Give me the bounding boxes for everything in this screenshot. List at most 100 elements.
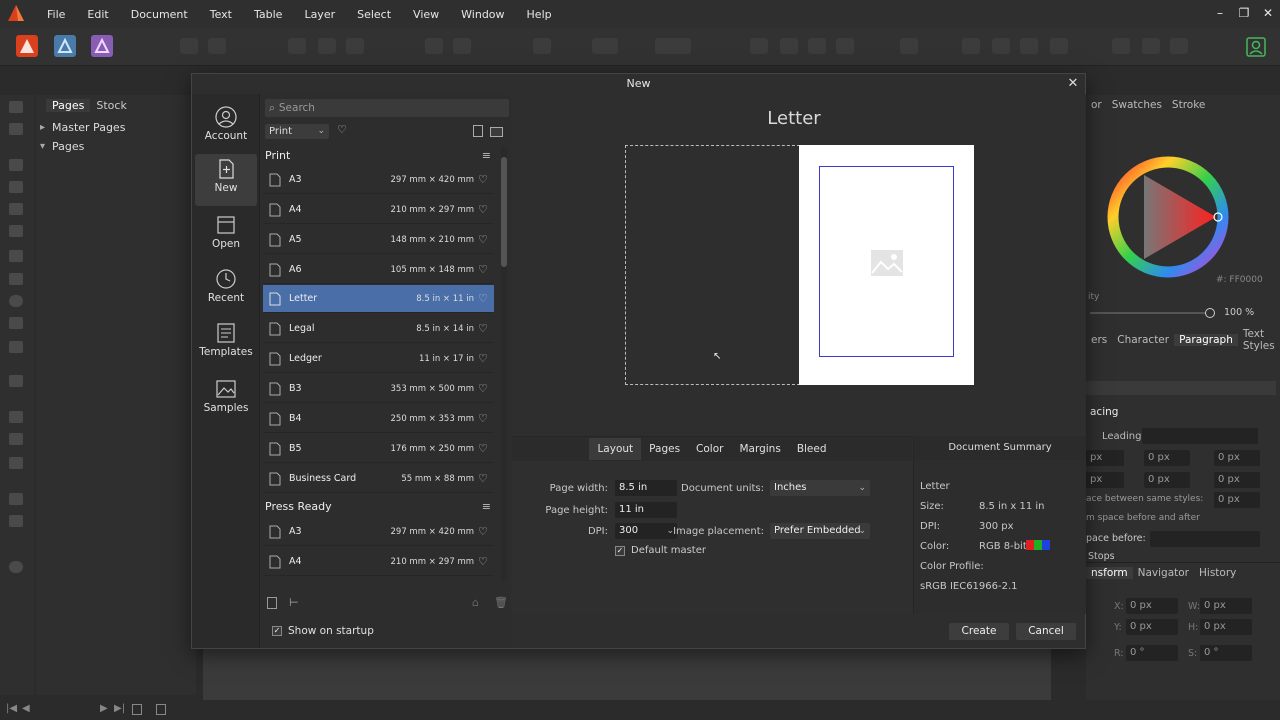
list-scrollbar[interactable] xyxy=(501,147,507,581)
space-para-field[interactable]: 0 px xyxy=(1214,472,1260,488)
preset-business-card[interactable]: Business Card 55 mm × 88 mm ♡ xyxy=(263,465,494,493)
preset-ledger[interactable]: Ledger 11 in × 17 in ♡ xyxy=(263,345,494,373)
artistic-text-tool-icon[interactable] xyxy=(9,203,23,215)
rectangle-tool-icon[interactable] xyxy=(9,273,23,285)
indent-first-field[interactable]: 0 px xyxy=(1144,450,1190,466)
w-field[interactable]: 0 px xyxy=(1200,598,1252,614)
toolbar-button-15-icon[interactable] xyxy=(900,38,918,54)
color-wheel[interactable] xyxy=(1104,150,1232,286)
nav-account[interactable]: Account xyxy=(195,102,257,152)
toolbar-button-7-icon[interactable] xyxy=(453,38,471,54)
default-master-checkbox[interactable]: ✓ Default master xyxy=(615,545,706,556)
leading-select[interactable] xyxy=(1142,428,1258,444)
photo-persona-icon[interactable] xyxy=(91,35,113,57)
y-field[interactable]: 0 px xyxy=(1126,619,1178,635)
rectangle-frame-tool-icon[interactable] xyxy=(9,250,23,262)
move-tool-icon[interactable] xyxy=(9,101,23,113)
shape-tool-icon[interactable] xyxy=(9,317,23,329)
page-width-input[interactable]: 8.5 in xyxy=(615,480,677,496)
tab-layout[interactable]: Layout xyxy=(589,438,642,460)
favorite-heart-icon[interactable]: ♡ xyxy=(478,442,490,455)
favorite-heart-icon[interactable]: ♡ xyxy=(478,472,490,485)
add-category-icon[interactable]: ⊢ xyxy=(289,596,299,609)
shear-field[interactable]: 0 ° xyxy=(1200,645,1252,661)
toolbar-button-1-icon[interactable] xyxy=(180,38,198,54)
toolbar-button-5-icon[interactable] xyxy=(346,38,364,54)
space-between-field[interactable]: 0 px xyxy=(1214,492,1260,508)
preset-b4[interactable]: B4 250 mm × 353 mm ♡ xyxy=(263,405,494,433)
menu-window[interactable]: Window xyxy=(450,8,515,21)
favorite-heart-icon[interactable]: ♡ xyxy=(478,382,490,395)
menu-select[interactable]: Select xyxy=(346,8,402,21)
close-window-icon[interactable]: ✕ xyxy=(1256,0,1280,28)
color-picker-tool-icon[interactable] xyxy=(9,457,23,469)
preset-b3[interactable]: B3 353 mm × 500 mm ♡ xyxy=(263,375,494,403)
table-tool-icon[interactable] xyxy=(9,181,23,193)
tab-color-settings[interactable]: Color xyxy=(688,438,731,460)
toolbar-button-16-icon[interactable] xyxy=(962,38,980,54)
tab-layers[interactable]: ers xyxy=(1086,334,1112,346)
toolbar-button-12-icon[interactable] xyxy=(780,38,798,54)
fill-tool-icon[interactable] xyxy=(9,411,23,423)
tab-pages-settings[interactable]: Pages xyxy=(641,438,688,460)
favorite-heart-icon[interactable]: ♡ xyxy=(478,352,490,365)
nav-recent[interactable]: Recent xyxy=(195,264,257,314)
last-page-icon[interactable]: ▶| xyxy=(114,703,125,714)
favorite-heart-icon[interactable]: ♡ xyxy=(478,555,490,568)
add-preset-icon[interactable] xyxy=(267,597,277,609)
page-view-icon[interactable] xyxy=(132,704,142,715)
frame-text-tool-icon[interactable] xyxy=(9,159,23,171)
h-field[interactable]: 0 px xyxy=(1200,619,1252,635)
tab-swatches[interactable]: Swatches xyxy=(1107,99,1167,111)
favorite-heart-icon[interactable]: ♡ xyxy=(478,412,490,425)
ellipse-tool-icon[interactable] xyxy=(9,295,23,307)
menu-document[interactable]: Document xyxy=(120,8,199,21)
menu-file[interactable]: File xyxy=(36,8,76,21)
preset-a4[interactable]: A4 210 mm × 297 mm ♡ xyxy=(263,196,494,224)
indent-right-field[interactable]: 0 px xyxy=(1214,450,1260,466)
toolbar-button-11-icon[interactable] xyxy=(750,38,768,54)
create-button[interactable]: Create xyxy=(949,623,1009,640)
image-placement-select[interactable]: Prefer Embedded ⌄ xyxy=(770,523,870,539)
tab-pages[interactable]: Pages xyxy=(46,98,91,112)
preset-b5[interactable]: B5 176 mm × 250 mm ♡ xyxy=(263,435,494,463)
preset-legal[interactable]: Legal 8.5 in × 14 in ♡ xyxy=(263,315,494,343)
pen-tool-icon[interactable] xyxy=(9,225,23,237)
tab-bleed[interactable]: Bleed xyxy=(789,438,835,460)
favorite-heart-icon[interactable]: ♡ xyxy=(478,233,490,246)
toolbar-button-6-icon[interactable] xyxy=(425,38,443,54)
landscape-orientation-icon[interactable] xyxy=(490,127,503,137)
cancel-button[interactable]: Cancel xyxy=(1016,623,1076,640)
favorite-heart-icon[interactable]: ♡ xyxy=(478,173,490,186)
crop-tool-icon[interactable] xyxy=(9,375,23,387)
first-page-icon[interactable]: |◀ xyxy=(6,703,17,714)
document-units-select[interactable]: Inches ⌄ xyxy=(770,480,870,496)
favorites-filter-icon[interactable]: ♡ xyxy=(337,123,347,136)
portrait-orientation-icon[interactable] xyxy=(473,125,483,137)
indent-left-field[interactable]: px xyxy=(1086,450,1124,466)
nav-samples[interactable]: Samples xyxy=(195,374,257,424)
next-page-icon[interactable]: ▶ xyxy=(100,703,108,714)
opacity-slider-handle[interactable] xyxy=(1205,308,1215,318)
toolbar-button-2-icon[interactable] xyxy=(208,38,226,54)
toolbar-button-4-icon[interactable] xyxy=(318,38,336,54)
nav-open[interactable]: Open xyxy=(195,210,257,260)
menu-edit[interactable]: Edit xyxy=(76,8,119,21)
restore-icon[interactable]: ❐ xyxy=(1232,0,1256,28)
toolbar-button-19-icon[interactable] xyxy=(1050,38,1068,54)
designer-persona-icon[interactable] xyxy=(54,35,76,57)
master-pages-section[interactable]: Master Pages xyxy=(52,121,125,134)
chevron-down-icon[interactable]: ▾ xyxy=(40,141,52,152)
x-field[interactable]: 0 px xyxy=(1126,598,1178,614)
tab-text-styles[interactable]: Text Styles xyxy=(1238,328,1280,352)
nav-templates[interactable]: Templates xyxy=(195,318,257,368)
delete-icon[interactable]: 🗑 xyxy=(494,596,508,609)
rename-icon[interactable]: ⌂ xyxy=(472,596,479,609)
preset-letter[interactable]: Letter 8.5 in × 11 in ♡ xyxy=(263,285,494,313)
toolbar-button-18-icon[interactable] xyxy=(1020,38,1038,54)
prev-page-icon[interactable]: ◀ xyxy=(22,703,30,714)
toolbar-button-20-icon[interactable] xyxy=(1112,38,1130,54)
menu-view[interactable]: View xyxy=(402,8,450,21)
favorite-heart-icon[interactable]: ♡ xyxy=(478,322,490,335)
menu-layer[interactable]: Layer xyxy=(293,8,346,21)
